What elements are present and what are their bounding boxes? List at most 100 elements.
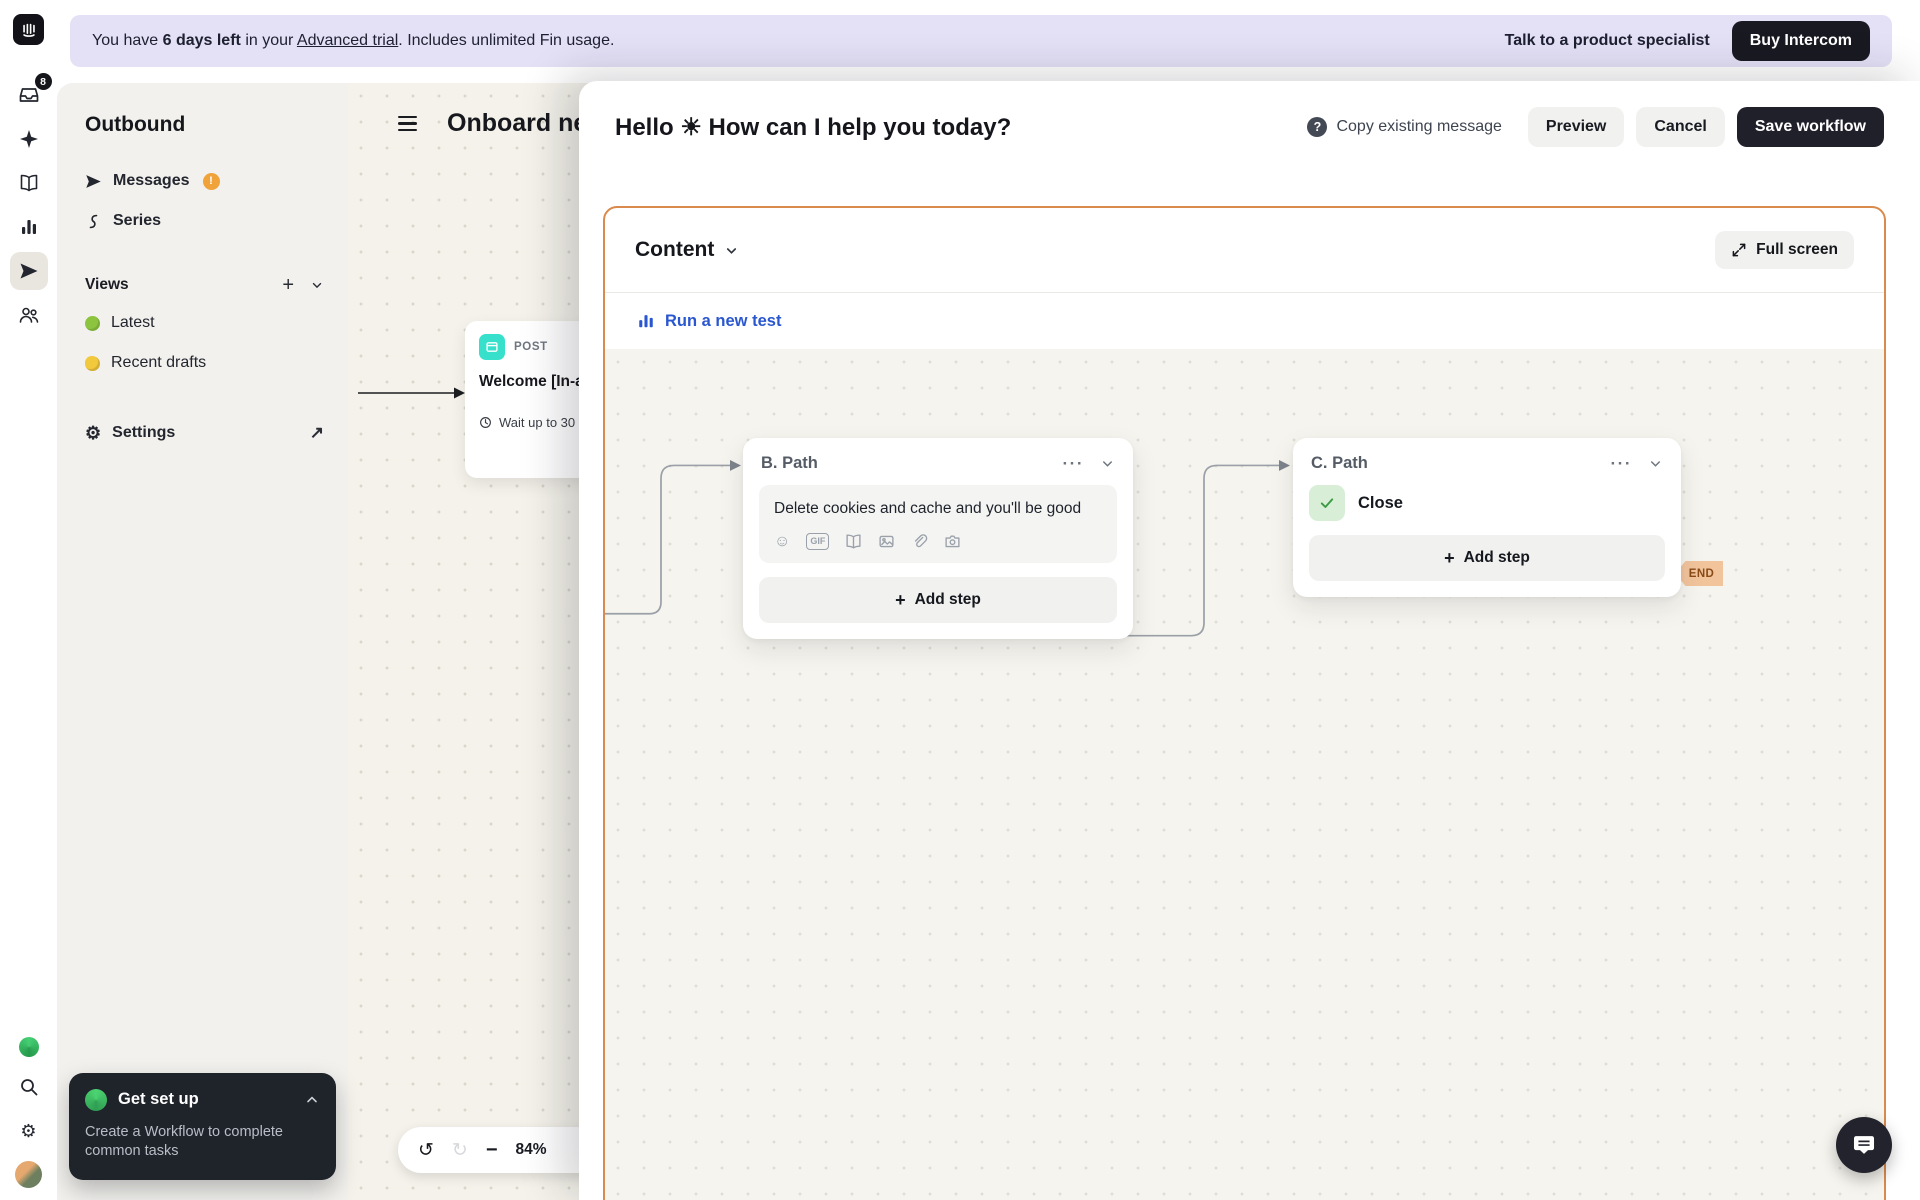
messenger-launcher-button[interactable] (1836, 1117, 1892, 1173)
run-new-test-link[interactable]: Run a new test (605, 293, 1884, 349)
chevron-down-icon[interactable] (310, 278, 324, 292)
camera-icon[interactable] (944, 533, 961, 550)
chevron-down-icon[interactable] (1648, 456, 1663, 471)
buy-intercom-button[interactable]: Buy Intercom (1731, 21, 1870, 61)
attachment-icon[interactable] (911, 533, 928, 550)
path-b-node[interactable]: B. Path ··· Delete cookies and cache and… (743, 438, 1133, 639)
gif-icon[interactable]: GIF (806, 533, 830, 550)
post-channel-icon (479, 334, 505, 360)
trial-banner: You have 6 days left in your Advanced tr… (70, 15, 1892, 67)
intercom-logo-icon[interactable] (13, 14, 44, 45)
fin-ai-icon[interactable] (10, 120, 48, 158)
warning-badge-icon: ! (202, 172, 220, 190)
recent-drafts-label: Recent drafts (111, 354, 207, 371)
post-badge: POST (514, 341, 548, 353)
message-editor-panel: Hello ☀ How can I help you today? ? Copy… (579, 81, 1920, 1200)
banner-days-left: 6 days left (162, 32, 241, 49)
redo-icon[interactable]: ↻ (452, 1139, 468, 1162)
sidebar-title: Outbound (85, 113, 186, 136)
series-label: Series (113, 212, 162, 229)
add-step-label: Add step (1463, 549, 1530, 566)
test-chart-icon (639, 315, 653, 328)
banner-mid: in your (245, 32, 294, 49)
cancel-button[interactable]: Cancel (1636, 107, 1725, 147)
chevron-down-icon[interactable] (1100, 456, 1115, 471)
content-label: Content (635, 238, 715, 261)
get-set-up-subtitle: Create a Workflow to complete common tas… (85, 1123, 283, 1160)
apple-icon (85, 315, 100, 331)
external-link-icon: ↗ (309, 423, 324, 442)
reports-icon[interactable] (10, 208, 48, 246)
close-step[interactable]: Close (1309, 485, 1665, 521)
path-c-title: C. Path (1311, 454, 1368, 472)
sidebar-item-settings[interactable]: ⚙ Settings ↗ (75, 413, 334, 453)
run-test-label: Run a new test (665, 311, 782, 330)
content-section: Content Full screen Run a new test B. Pa… (603, 206, 1886, 1200)
messenger-icon (1853, 1136, 1875, 1154)
banner-suffix: . Includes unlimited Fin usage. (398, 32, 615, 49)
add-step-label: Add step (914, 591, 981, 608)
copy-existing-message-link[interactable]: ? Copy existing message (1307, 117, 1502, 137)
trial-banner-text: You have 6 days left in your Advanced tr… (92, 32, 1505, 50)
add-view-button[interactable]: + (282, 275, 294, 295)
zoom-out-button[interactable]: − (486, 1139, 498, 1162)
sidebar-item-recent-drafts[interactable]: Recent drafts (75, 343, 334, 383)
path-c-menu-icon[interactable]: ··· (1611, 455, 1632, 472)
app-rail: 8 ⚙ (0, 0, 57, 1200)
path-c-add-step-button[interactable]: + Add step (1309, 535, 1665, 581)
sidebar-item-latest[interactable]: Latest (75, 303, 334, 343)
search-icon[interactable] (10, 1068, 48, 1106)
sidebar-item-messages[interactable]: Messages ! (75, 161, 334, 201)
contacts-icon[interactable] (10, 296, 48, 334)
get-set-up-card[interactable]: Get set up Create a Workflow to complete… (69, 1072, 336, 1180)
get-set-up-icon (85, 1088, 107, 1111)
image-icon[interactable] (878, 533, 895, 550)
full-screen-label: Full screen (1756, 241, 1838, 258)
intercom-app: 8 ⚙ You have 6 days left in your Advance… (0, 0, 1920, 1200)
inbox-icon[interactable]: 8 (10, 73, 52, 114)
message-title: Hello ☀ How can I help you today? (615, 113, 1012, 141)
article-icon[interactable] (845, 533, 862, 550)
lemon-icon (85, 355, 100, 371)
knowledge-icon[interactable] (10, 164, 48, 202)
path-c-node[interactable]: C. Path ··· Close + Add step (1293, 438, 1681, 597)
save-workflow-button[interactable]: Save workflow (1736, 107, 1884, 147)
inbox-count-badge: 8 (34, 73, 52, 90)
preview-button[interactable]: Preview (1527, 107, 1625, 147)
help-icon: ? (1307, 117, 1328, 137)
menu-icon[interactable] (394, 112, 421, 135)
plus-icon: + (895, 590, 906, 610)
chevron-down-icon (727, 247, 737, 254)
wait-label: Wait up to 30 (499, 415, 576, 430)
path-b-message-text: Delete cookies and cache and you'll be g… (774, 500, 1082, 517)
talk-to-specialist-link[interactable]: Talk to a product specialist (1505, 32, 1710, 50)
views-header: Views + (75, 267, 334, 303)
outbound-icon[interactable] (9, 252, 48, 290)
sidebar-item-series[interactable]: Series (75, 201, 334, 241)
send-icon (86, 174, 101, 188)
advanced-trial-link[interactable]: Advanced trial (297, 32, 398, 49)
path-b-menu-icon[interactable]: ··· (1063, 455, 1084, 472)
close-step-label: Close (1358, 493, 1403, 512)
latest-label: Latest (111, 314, 155, 331)
checkmark-icon (1309, 485, 1345, 521)
setup-progress-icon[interactable] (18, 1037, 39, 1057)
zoom-level: 84% (515, 1141, 547, 1158)
clock-icon (480, 417, 491, 428)
paths-canvas[interactable]: B. Path ··· Delete cookies and cache and… (605, 349, 1884, 1200)
path-b-add-step-button[interactable]: + Add step (759, 577, 1117, 623)
banner-prefix: You have (92, 32, 159, 49)
emoji-icon[interactable]: ☺ (774, 533, 790, 550)
get-set-up-title: Get set up (118, 1090, 199, 1109)
undo-icon[interactable]: ↺ (418, 1139, 434, 1162)
composer-toolbar: ☺ GIF (774, 533, 1102, 550)
chevron-up-icon[interactable] (304, 1092, 320, 1108)
series-icon (89, 214, 98, 228)
views-label: Views (85, 276, 129, 293)
content-dropdown[interactable]: Content (635, 238, 739, 262)
path-b-message-card[interactable]: Delete cookies and cache and you'll be g… (759, 485, 1117, 563)
messages-label: Messages (113, 172, 190, 189)
full-screen-button[interactable]: Full screen (1715, 231, 1854, 269)
settings-gear-icon[interactable]: ⚙ (10, 1112, 48, 1150)
user-avatar[interactable] (15, 1161, 42, 1188)
